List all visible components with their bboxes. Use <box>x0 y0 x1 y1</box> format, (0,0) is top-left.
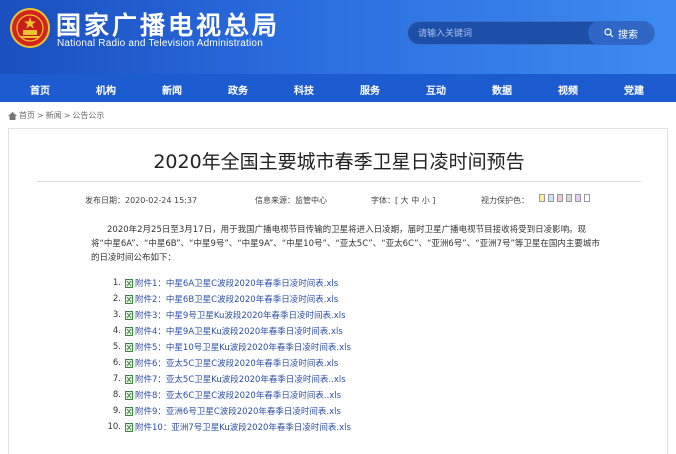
attachment-item: 6. 附件6：亚太5C卫星C波段2020年春季日凌时间表.xls <box>101 355 351 371</box>
search-icon <box>604 28 614 38</box>
nav-item-government[interactable]: 政务 <box>228 82 248 97</box>
attachment-number: 7. <box>112 374 121 384</box>
excel-file-icon <box>125 358 133 368</box>
attachment-number: 4. <box>112 326 121 336</box>
search-button-label: 搜索 <box>618 29 638 41</box>
excel-file-icon <box>125 390 133 400</box>
breadcrumb-current[interactable]: 公告公示 <box>72 110 104 121</box>
breadcrumb-news[interactable]: 新闻 <box>46 110 62 121</box>
color-swatch-white[interactable] <box>584 194 590 202</box>
nav-item-services[interactable]: 服务 <box>360 82 380 97</box>
font-size-control[interactable]: 字体：[ 大 中 小 ] <box>371 195 435 206</box>
nav-item-data[interactable]: 数据 <box>492 82 512 97</box>
article-container: 2020年全国主要城市春季卫星日凌时间预告 发布日期：2020-02-24 15… <box>8 128 668 454</box>
nav-item-institutions[interactable]: 机构 <box>96 82 116 97</box>
attachment-number: 6. <box>112 358 121 368</box>
publish-date: 发布日期：2020-02-24 15:37 <box>85 196 198 205</box>
attachment-number: 8. <box>112 390 121 400</box>
attachment-number: 3. <box>112 310 121 320</box>
attachment-item: 5. 附件5：中星10号卫星Ku波段2020年春季日凌时间表.xls <box>101 339 351 355</box>
attachment-item: 3. 附件3：中星9号卫星Ku波段2020年春季日凌时间表.xls <box>101 307 351 323</box>
excel-file-icon <box>125 374 133 384</box>
info-source: 信息来源：监管中心 <box>255 196 327 205</box>
vision-protect-label: 视力保护色： <box>481 196 529 205</box>
attachment-link[interactable]: 附件3：中星9号卫星Ku波段2020年春季日凌时间表.xls <box>135 309 346 321</box>
attachment-item: 2. 附件2：中星6B卫星C波段2020年春季日凌时间表.xls <box>101 291 351 307</box>
site-title-cn[interactable]: 国家广播电视总局 <box>56 6 280 42</box>
color-swatch-blue[interactable] <box>548 194 554 202</box>
excel-file-icon <box>125 342 133 352</box>
attachment-link[interactable]: 附件6：亚太5C卫星C波段2020年春季日凌时间表.xls <box>135 357 338 369</box>
color-swatch-purple[interactable] <box>575 194 581 202</box>
excel-file-icon <box>125 326 133 336</box>
attachment-link[interactable]: 附件2：中星6B卫星C波段2020年春季日凌时间表.xls <box>135 293 338 305</box>
attachment-link[interactable]: 附件10：亚洲7号卫星Ku波段2020年春季日凌时间表.xls <box>135 421 351 433</box>
excel-file-icon <box>125 406 133 416</box>
color-swatch-gray[interactable] <box>566 194 572 202</box>
attachment-item: 1. 附件1：中星6A卫星C波段2020年春季日凌时间表.xls <box>101 275 351 291</box>
color-swatch-pink[interactable] <box>557 194 563 202</box>
vision-color-swatches <box>539 194 590 202</box>
attachment-number: 1. <box>112 278 121 288</box>
site-header: 国家广播电视总局 National Radio and Television A… <box>0 0 676 74</box>
nav-item-video[interactable]: 视频 <box>558 82 578 97</box>
attachment-item: 9. 附件9：亚洲6号卫星C波段2020年春季日凌时间表.xls <box>101 403 351 419</box>
title-divider <box>37 181 641 182</box>
attachment-number: 10. <box>107 422 121 432</box>
attachment-item: 10. 附件10：亚洲7号卫星Ku波段2020年春季日凌时间表.xls <box>101 419 351 435</box>
attachment-link[interactable]: 附件4：中星9A卫星Ku波段2020年春季日凌时间表.xls <box>135 325 343 337</box>
breadcrumb-separator: > <box>63 111 71 120</box>
breadcrumb-home[interactable]: 首页 <box>19 110 35 121</box>
nav-item-party[interactable]: 党建 <box>624 82 644 97</box>
article-body: 2020年2月25日至3月17日，用于我国广播电视节目传输的卫星将进入日凌期，届… <box>91 225 600 263</box>
search-button[interactable]: 搜索 <box>588 21 654 45</box>
article-title: 2020年全国主要城市春季卫星日凌时间预告 <box>153 151 525 173</box>
home-icon <box>8 111 17 120</box>
excel-file-icon <box>125 310 133 320</box>
breadcrumb: 首页 > 新闻 > 公告公示 <box>8 110 104 121</box>
attachment-number: 9. <box>112 406 121 416</box>
excel-file-icon <box>125 422 133 432</box>
excel-file-icon <box>125 294 133 304</box>
nav-item-interaction[interactable]: 互动 <box>426 82 446 97</box>
attachment-number: 2. <box>112 294 121 304</box>
site-title-en: National Radio and Television Administra… <box>57 38 263 49</box>
excel-file-icon <box>125 278 133 288</box>
national-emblem-icon <box>10 8 50 48</box>
attachment-link[interactable]: 附件7：亚太5C卫星Ku波段2020年春季日凌时间表..xls <box>135 373 346 385</box>
attachment-link[interactable]: 附件8：亚太6C卫星C波段2020年春季日凌时间表..xls <box>135 389 341 401</box>
nav-item-home[interactable]: 首页 <box>30 82 50 97</box>
attachment-number: 5. <box>112 342 121 352</box>
main-nav: 首页 机构 新闻 政务 科技 服务 互动 数据 视频 党建 <box>0 74 676 102</box>
nav-item-technology[interactable]: 科技 <box>294 82 314 97</box>
search-box: 搜索 <box>407 21 655 45</box>
nav-item-news[interactable]: 新闻 <box>162 82 182 97</box>
attachment-item: 7. 附件7：亚太5C卫星Ku波段2020年春季日凌时间表..xls <box>101 371 351 387</box>
attachment-item: 4. 附件4：中星9A卫星Ku波段2020年春季日凌时间表.xls <box>101 323 351 339</box>
search-input[interactable] <box>418 25 578 41</box>
attachment-link[interactable]: 附件5：中星10号卫星Ku波段2020年春季日凌时间表.xls <box>135 341 351 353</box>
attachment-list: 1. 附件1：中星6A卫星C波段2020年春季日凌时间表.xls 2. 附件2：… <box>101 275 351 435</box>
attachment-link[interactable]: 附件9：亚洲6号卫星C波段2020年春季日凌时间表.xls <box>135 405 341 417</box>
attachment-link[interactable]: 附件1：中星6A卫星C波段2020年春季日凌时间表.xls <box>135 277 338 289</box>
breadcrumb-separator: > <box>37 111 44 120</box>
color-swatch-yellow[interactable] <box>539 194 545 202</box>
attachment-item: 8. 附件8：亚太6C卫星C波段2020年春季日凌时间表..xls <box>101 387 351 403</box>
